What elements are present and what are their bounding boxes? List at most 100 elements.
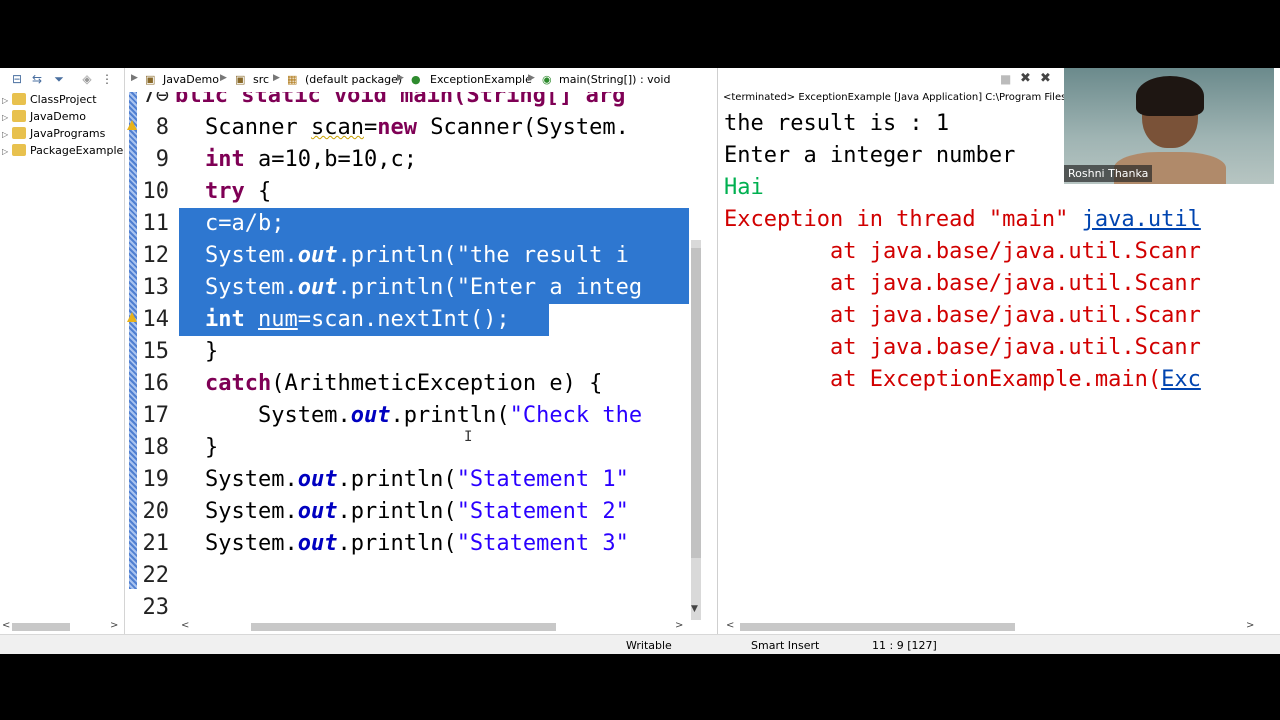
code-line-14: int num=scan.nextInt(); [205, 304, 510, 336]
code-line-15: } [205, 336, 218, 368]
tree-item-classproject[interactable]: ▷ ClassProject [2, 93, 97, 110]
code-token: out [297, 499, 338, 524]
presenter-hair [1136, 76, 1204, 116]
code-token: Scanner(System. [416, 115, 629, 140]
code-line-7: blic static void main(String[] arg [175, 92, 625, 112]
breadcrumb: ▶ ▣ JavaDemo ▶ ▣ src ▶ ▦ (default packag… [125, 68, 717, 92]
line-number: 17 [142, 403, 170, 428]
chevron-right-icon[interactable]: ▷ [2, 113, 12, 122]
line-number: 18 [142, 435, 170, 460]
code-token: { [244, 179, 272, 204]
scroll-thumb[interactable] [12, 623, 70, 631]
breadcrumb-arrow-icon: ▶ [131, 73, 138, 83]
terminate-icon[interactable]: ■ [1000, 72, 1011, 86]
package-explorer-toolbar: ⊟ ⇆ ⏷ ◈ ⋮ [0, 68, 124, 92]
code-token: } [205, 339, 219, 364]
code-token: int [205, 307, 245, 332]
src-folder-icon: ▣ [235, 73, 246, 86]
code-token: =scan.nextInt(); [297, 307, 510, 332]
code-token: .println( [337, 275, 457, 300]
scroll-left-icon[interactable]: < [2, 620, 10, 631]
tree-item-label: JavaDemo [30, 110, 86, 123]
code-token: .println( [390, 403, 510, 428]
code-token: blic static void main(String[] arg [175, 92, 626, 108]
project-folder-icon [12, 110, 26, 122]
line-number: 22 [142, 563, 170, 588]
scroll-thumb[interactable] [740, 623, 1015, 631]
code-line-18: } [205, 432, 218, 464]
chevron-right-icon[interactable]: ▷ [2, 96, 12, 105]
line-number: 16 [142, 371, 170, 396]
chevron-right-icon[interactable]: ▷ [2, 147, 12, 156]
remove-launch-icon[interactable]: ✖ [1020, 71, 1031, 86]
code-text-area[interactable]: 7⊖ blic static void main(String[] arg 8 … [125, 92, 690, 622]
remove-all-icon[interactable]: ✖ [1040, 71, 1051, 86]
console-line: Enter a integer number [724, 143, 1016, 168]
tree-item-javademo[interactable]: ▷ JavaDemo [2, 110, 86, 127]
code-line-17: System.out.println("Check the [205, 400, 642, 432]
console-link[interactable]: Exc [1161, 367, 1201, 392]
method-icon: ◉ [542, 73, 552, 86]
breadcrumb-class[interactable]: ExceptionExample [430, 73, 532, 86]
breadcrumb-method[interactable]: main(String[]) : void [559, 73, 670, 86]
code-token: catch [205, 371, 272, 396]
view-menu-icon[interactable]: ⋮ [100, 72, 114, 86]
status-writable: Writable [626, 639, 672, 652]
chevron-right-icon[interactable]: ▷ [2, 130, 12, 139]
tree-item-label: PackageExample [30, 144, 124, 157]
console-line: Hai [724, 175, 764, 200]
webcam-video: Roshni Thanka [1064, 68, 1274, 184]
code-line-9: int a=10,b=10,c; [205, 144, 417, 176]
code-line-16: catch(ArithmeticException e) { [205, 368, 602, 400]
console-link[interactable]: java.util [1082, 207, 1201, 232]
console-text: at ExceptionExample.main( [724, 367, 1162, 392]
line-number: 11 [142, 211, 170, 236]
tree-item-packageexample[interactable]: ▷ PackageExample [2, 144, 123, 161]
filter-icon[interactable]: ⏷ [52, 72, 66, 87]
code-token: "Check the [509, 403, 643, 428]
scroll-right-icon[interactable]: > [110, 620, 118, 631]
console-text: Exception in thread "main" [724, 207, 1082, 232]
code-line-8: Scanner scan=new Scanner(System. [205, 112, 629, 144]
breadcrumb-package[interactable]: (default package) [305, 73, 402, 86]
console-line: the result is : 1 [724, 111, 950, 136]
code-token: a=10,b=10,c; [244, 147, 417, 172]
participant-name: Roshni Thanka [1064, 165, 1153, 182]
code-token: scan [310, 115, 364, 140]
breadcrumb-src[interactable]: src [253, 73, 269, 86]
code-token: "Statement 3" [456, 531, 629, 556]
code-token: Scanner [205, 115, 311, 140]
console-line: Exception in thread "main" java.util [724, 204, 1201, 236]
collapse-all-icon[interactable]: ⊟ [10, 72, 24, 86]
scroll-left-icon[interactable]: < [181, 620, 189, 631]
breadcrumb-arrow-icon: ▶ [273, 73, 280, 83]
tree-item-javaprograms[interactable]: ▷ JavaPrograms [2, 127, 105, 144]
scroll-down-icon[interactable]: ▼ [691, 604, 698, 614]
console-line: at java.base/java.util.Scanr [724, 335, 1201, 360]
code-token: c=a/b; [205, 211, 285, 236]
package-icon: ▦ [287, 73, 298, 86]
package-explorer-hscroll[interactable]: < > [0, 620, 124, 634]
code-line-13: System.out.println("Enter a integ [205, 272, 642, 304]
breadcrumb-project[interactable]: JavaDemo [163, 73, 219, 86]
code-line-20: System.out.println("Statement 2" [205, 496, 629, 528]
code-token: .println( [337, 499, 457, 524]
code-line-19: System.out.println("Statement 1" [205, 464, 629, 496]
scroll-left-icon[interactable]: < [726, 620, 734, 631]
editor-hscroll[interactable]: < > [179, 620, 689, 634]
console-line: at java.base/java.util.Scanr [724, 239, 1201, 264]
status-cursor-position: 11 : 9 [127] [872, 639, 937, 652]
scroll-right-icon[interactable]: > [1246, 620, 1254, 631]
code-token: "Enter a integ [456, 275, 643, 300]
console-hscroll[interactable]: < > [720, 620, 1260, 634]
code-token: out [350, 403, 391, 428]
editor-vscroll-thumb[interactable] [691, 248, 701, 558]
link-with-editor-icon[interactable]: ⇆ [30, 72, 44, 86]
scroll-thumb[interactable] [251, 623, 556, 631]
line-number: 15 [142, 339, 170, 364]
code-token: out [297, 275, 338, 300]
scroll-right-icon[interactable]: > [675, 620, 683, 631]
focus-icon[interactable]: ◈ [80, 72, 94, 86]
code-token: out [297, 467, 338, 492]
